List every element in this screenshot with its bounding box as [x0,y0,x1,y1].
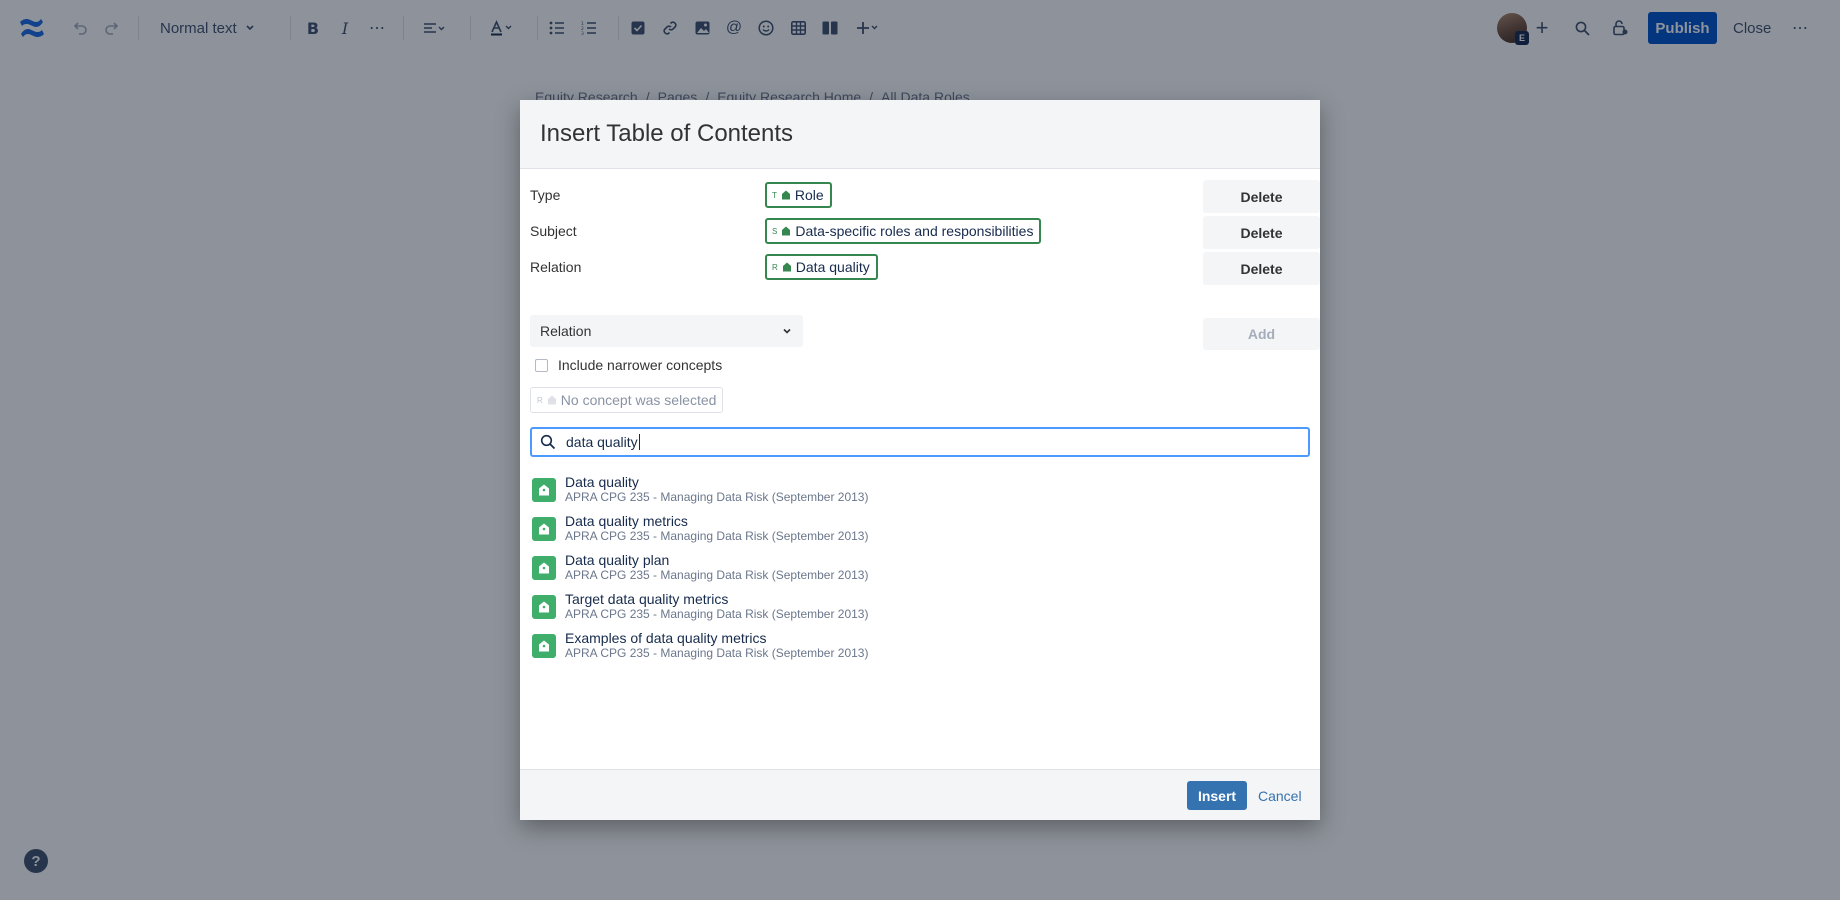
include-narrower-option[interactable]: Include narrower concepts [535,357,722,373]
result-source: APRA CPG 235 - Managing Data Risk (Septe… [565,529,869,543]
type-chip: T Role [765,182,832,208]
filter-row-relation: Relation R Data quality Delete [530,252,1320,285]
result-title: Examples of data quality metrics [565,630,767,646]
select-value: Relation [540,323,592,339]
concept-tag-icon [547,395,556,405]
chip-value: Data-specific roles and responsibilities [795,223,1034,239]
chip-value: Data quality [795,259,870,275]
chip-value: Role [794,187,824,203]
list-item[interactable]: Data quality plan APRA CPG 235 - Managing… [532,552,1302,591]
list-item[interactable]: Target data quality metrics APRA CPG 235 … [532,591,1302,630]
no-concept-chip: R No concept was selected [530,387,724,413]
concept-tag-icon [782,226,791,236]
filter-row-type: Type T Role Delete [530,180,1320,213]
subject-chip: S Data-specific roles and responsibiliti… [765,218,1042,244]
dialog-title: Insert Table of Contents [540,120,794,147]
result-source: APRA CPG 235 - Managing Data Risk (Septe… [565,568,869,582]
result-source: APRA CPG 235 - Managing Data Risk (Septe… [565,490,869,504]
delete-type-button[interactable]: Delete [1203,180,1320,213]
concept-tag-icon [532,478,556,502]
relation-chip: R Data quality [765,254,878,280]
relation-type-select[interactable]: Relation [530,315,803,347]
insert-button[interactable]: Insert [1187,781,1247,810]
filter-row-subject: Subject S Data-specific roles and respon… [530,216,1320,249]
delete-subject-button[interactable]: Delete [1203,216,1320,249]
list-item[interactable]: Data quality APRA CPG 235 - Managing Data… [532,474,1302,513]
list-item[interactable]: Data quality metrics APRA CPG 235 - Manag… [532,513,1302,552]
include-narrower-label: Include narrower concepts [558,357,723,373]
filter-label: Relation [530,259,582,275]
chip-letter: R [772,262,778,272]
include-narrower-checkbox[interactable] [535,358,548,372]
concept-tag-icon [532,634,556,658]
chevron-down-icon [783,328,791,334]
chip-letter: S [772,226,778,236]
chip-letter: T [772,190,777,200]
search-value: data quality [566,434,638,450]
concept-tag-icon [532,517,556,541]
result-title: Data quality [565,474,639,490]
filter-label: Subject [530,223,577,239]
delete-relation-button[interactable]: Delete [1203,252,1320,285]
dialog-header: Insert Table of Contents [520,100,1320,169]
list-item[interactable]: Examples of data quality metrics APRA CPG… [532,630,1302,669]
concept-search-input[interactable]: data quality [530,427,1310,457]
no-concept-text: No concept was selected [560,392,717,408]
chip-letter: R [537,395,543,405]
filter-label: Type [530,187,561,203]
dialog-footer: Insert Cancel [520,769,1320,820]
search-icon [540,434,556,450]
add-button[interactable]: Add [1203,318,1320,350]
result-title: Target data quality metrics [565,591,729,607]
concept-tag-icon [782,262,791,272]
search-results-list: Data quality APRA CPG 235 - Managing Data… [532,474,1302,669]
text-caret [638,434,640,450]
result-title: Data quality plan [565,552,670,568]
cancel-button[interactable]: Cancel [1258,781,1302,810]
insert-toc-dialog: Insert Table of Contents Type T Role Del… [520,100,1320,820]
result-source: APRA CPG 235 - Managing Data Risk (Septe… [565,646,869,660]
concept-tag-icon [532,595,556,619]
concept-tag-icon [781,190,790,200]
concept-tag-icon [532,556,556,580]
result-source: APRA CPG 235 - Managing Data Risk (Septe… [565,607,869,621]
result-title: Data quality metrics [565,513,688,529]
